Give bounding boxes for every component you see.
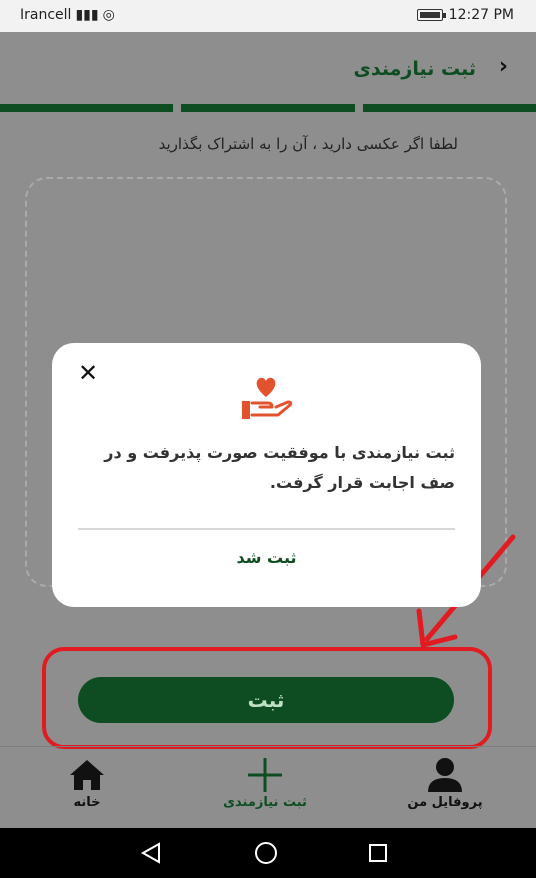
- tab-profile[interactable]: پروفایل من: [385, 755, 505, 810]
- progress-segment: [181, 104, 355, 112]
- battery-icon: [416, 9, 446, 21]
- confirm-button[interactable]: ثبت شد: [52, 548, 481, 567]
- status-left: Irancell ▮▮▮ ◎: [20, 7, 115, 23]
- chevron-right-icon[interactable]: ›: [499, 54, 508, 79]
- tab-profile-label: پروفایل من: [407, 795, 483, 810]
- close-icon[interactable]: ✕: [78, 361, 98, 385]
- dialog-message: ثبت نیازمندی با موفقیت صورت پذیرفت و در …: [104, 443, 455, 492]
- recents-nav-icon[interactable]: [368, 843, 388, 863]
- tab-add-need[interactable]: ثبت نیازمندی: [205, 755, 325, 810]
- plus-icon: [248, 758, 282, 792]
- tab-home[interactable]: خانه: [27, 755, 147, 810]
- step-progress: [0, 104, 536, 112]
- progress-segment: [362, 104, 536, 112]
- dialog-divider: [78, 528, 455, 530]
- hotspot-icon: ◎: [102, 7, 115, 23]
- photo-hint: لطفا اگر عکسی دارید ، آن را به اشتراک بگ…: [158, 135, 458, 153]
- tab-add-need-label: ثبت نیازمندی: [223, 795, 307, 810]
- signal-icon: ▮▮▮: [75, 7, 99, 23]
- home-nav-icon[interactable]: [254, 841, 278, 865]
- back-nav-icon[interactable]: [140, 842, 162, 864]
- status-right: 12:27 PM: [416, 7, 514, 23]
- hand-heart-icon: [242, 377, 293, 419]
- status-bar: Irancell ▮▮▮ ◎ 12:27 PM: [0, 0, 536, 32]
- carrier-name: Irancell: [20, 7, 72, 23]
- screen: ثبت نیازمندی › لطفا اگر عکسی دارید ، آن …: [0, 32, 536, 828]
- home-icon: [70, 760, 104, 790]
- clock: 12:27 PM: [448, 7, 514, 23]
- user-icon: [428, 758, 462, 792]
- header: ثبت نیازمندی ›: [0, 32, 536, 102]
- highlight-box: [42, 647, 492, 749]
- tab-home-label: خانه: [73, 795, 101, 810]
- system-nav-bar: [0, 828, 536, 878]
- success-dialog: ✕ ثبت نیازمندی با موفقیت صورت پذیرفت و د…: [52, 343, 481, 607]
- page-title: ثبت نیازمندی: [353, 58, 477, 80]
- progress-segment: [0, 104, 174, 112]
- bottom-tabbar: خانه ثبت نیازمندی پروفایل من: [0, 746, 536, 829]
